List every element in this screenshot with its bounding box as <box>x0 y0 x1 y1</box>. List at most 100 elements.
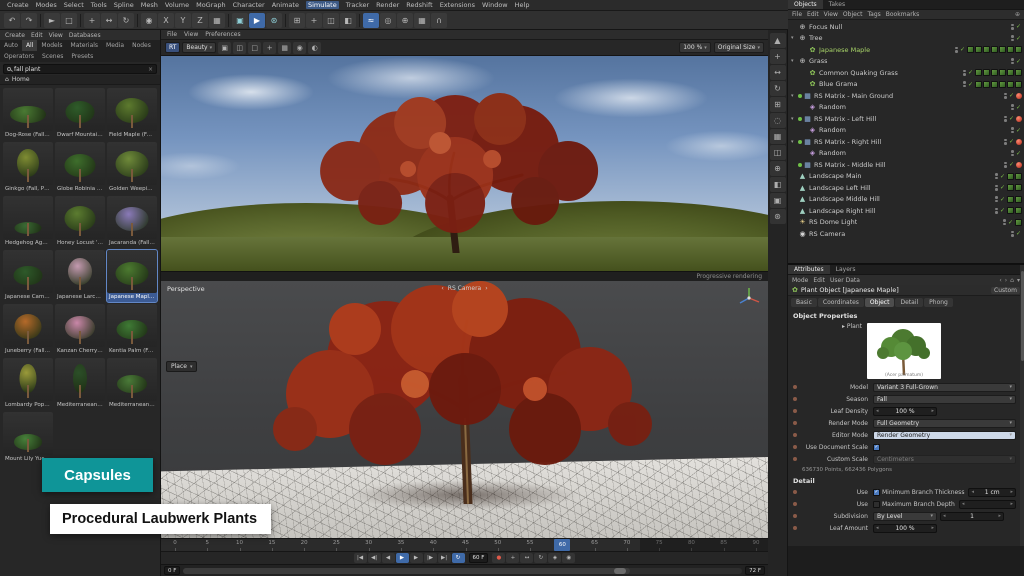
last-tool-icon[interactable]: ◉ <box>141 13 157 28</box>
attributes-scrollbar[interactable] <box>1020 265 1024 546</box>
object-menu-tags[interactable]: Tags <box>867 11 880 18</box>
move-tool-icon[interactable]: + <box>770 49 786 64</box>
next-key-button[interactable]: |▶ <box>424 553 437 563</box>
enabled-dot-icon[interactable] <box>798 163 802 167</box>
axis-z-lock[interactable]: Z <box>192 13 208 28</box>
viewport-camera-label[interactable]: ‹ RS Camera › <box>441 285 487 292</box>
render-visibility-dot[interactable] <box>1011 154 1014 157</box>
enable-check-icon[interactable]: ✓ <box>1000 196 1005 203</box>
record-rotation-icon[interactable]: ↻ <box>534 553 547 563</box>
timeline-ruler[interactable]: 05101520253035404550556065707580859060 <box>161 538 768 551</box>
nav-icon[interactable]: ‹ <box>999 277 1001 284</box>
viewport-view-label[interactable]: Perspective <box>167 285 205 293</box>
enable-check-icon[interactable]: ✓ <box>1016 230 1021 237</box>
material-tag-icon[interactable] <box>1007 196 1014 203</box>
move-icon[interactable]: + <box>84 13 100 28</box>
redo-icon[interactable]: ↷ <box>21 13 37 28</box>
prev-key-button[interactable]: ◀| <box>368 553 381 563</box>
object-row-grass[interactable]: ▾⊕Grass✓ <box>788 56 1024 68</box>
menu-select[interactable]: Select <box>64 1 84 9</box>
current-frame-marker[interactable]: 60 <box>554 539 570 551</box>
object-row-blue-grama[interactable]: ✿Blue Grama✓ <box>788 79 1024 91</box>
editor-visibility-dot[interactable] <box>1011 231 1014 234</box>
render-view-menu-view[interactable]: View <box>184 31 198 38</box>
material-tag-icon[interactable] <box>991 46 998 53</box>
object-row-random[interactable]: ◈Random✓ <box>788 102 1024 114</box>
editor-visibility-dot[interactable] <box>963 70 966 73</box>
enable-check-icon[interactable]: ✓ <box>960 46 965 53</box>
record-scale-icon[interactable]: ↔ <box>520 553 533 563</box>
editor-visibility-dot[interactable] <box>995 185 998 188</box>
menu-character[interactable]: Character <box>233 1 265 9</box>
next-frame-button[interactable]: ▶ <box>410 553 423 563</box>
enabled-dot-icon[interactable] <box>798 117 802 121</box>
breadcrumb[interactable]: ⌂ Home <box>0 75 160 85</box>
keyframe-dot-icon[interactable] <box>793 385 797 389</box>
keyframe-dot-icon[interactable] <box>793 409 797 413</box>
editor-visibility-dot[interactable] <box>1004 116 1007 119</box>
pass-dropdown[interactable]: Beauty▾ <box>182 42 216 53</box>
object-row-rs-camera[interactable]: ◉RS Camera✓ <box>788 228 1024 240</box>
axis-y-lock[interactable]: Y <box>175 13 191 28</box>
undo-icon[interactable]: ↶ <box>4 13 20 28</box>
object-search-icon[interactable]: ⊕ <box>1015 11 1020 18</box>
lock-icon[interactable]: ▣ <box>770 193 786 208</box>
render-view-icon[interactable]: ▣ <box>232 13 248 28</box>
range-end-field[interactable]: 72 F <box>745 566 765 575</box>
render-visibility-dot[interactable] <box>1004 165 1007 168</box>
visibility-dots[interactable] <box>1011 58 1014 64</box>
render-visibility-dot[interactable] <box>1011 131 1014 134</box>
next-camera-icon[interactable]: › <box>485 285 487 292</box>
material-tag-icon[interactable] <box>999 69 1006 76</box>
material-tag-icon[interactable] <box>983 81 990 88</box>
render-view-menu-preferences[interactable]: Preferences <box>205 31 240 38</box>
asset-search-input[interactable]: fall plant × <box>3 64 157 74</box>
menu-extensions[interactable]: Extensions <box>440 1 475 9</box>
filter-tab-nodes[interactable]: Nodes <box>128 40 155 51</box>
object-menu-bookmarks[interactable]: Bookmarks <box>886 11 920 18</box>
subtab-scenes[interactable]: Scenes <box>38 51 67 62</box>
panel-tab-layers[interactable]: Layers <box>830 265 862 274</box>
material-tag-icon[interactable] <box>991 81 998 88</box>
redshift-tag-icon[interactable] <box>1016 116 1022 122</box>
render-visibility-dot[interactable] <box>1011 27 1014 30</box>
editor-visibility-dot[interactable] <box>1004 139 1007 142</box>
object-row-rs-matrix-middle-hill[interactable]: ▦RS Matrix - Middle Hill✓ <box>788 159 1024 171</box>
subdivide-icon[interactable]: ▦ <box>770 129 786 144</box>
spinner-left-icon[interactable]: ◂ <box>943 513 946 519</box>
visibility-dots[interactable] <box>1004 162 1007 168</box>
prev-frame-button[interactable]: ◀ <box>382 553 395 563</box>
field-leaf-amount[interactable]: ◂100 %▸ <box>873 524 937 533</box>
render-active-icon[interactable]: ▶ <box>249 13 265 28</box>
material-tag-icon[interactable] <box>991 69 998 76</box>
clear-search-icon[interactable]: × <box>148 66 153 73</box>
render-visibility-dot[interactable] <box>995 188 998 191</box>
section-tab-object[interactable]: Object <box>865 298 895 307</box>
render-visibility-dot[interactable] <box>995 177 998 180</box>
cube-tool-icon[interactable]: ⊞ <box>770 97 786 112</box>
play-button[interactable]: ▶ <box>396 553 409 563</box>
field-maximum-branch-depth[interactable]: ◂▸ <box>959 500 1016 509</box>
dropdown-render-geometry[interactable]: Render Geometry▾ <box>873 431 1016 440</box>
keyframe-dot-icon[interactable] <box>793 457 797 461</box>
panel-tab-takes[interactable]: Takes <box>823 0 851 9</box>
asset-menu-edit[interactable]: Edit <box>31 32 43 39</box>
object-row-common-quaking-grass[interactable]: ✿Common Quaking Grass✓ <box>788 67 1024 79</box>
rectangle-selection-icon[interactable]: □ <box>61 13 77 28</box>
checkbox-use-document-scale[interactable]: ✓ <box>873 444 880 451</box>
menu-tracker[interactable]: Tracker <box>346 1 369 9</box>
visibility-dots[interactable] <box>1004 116 1007 122</box>
asset-item-japanese-larch-fall-plant[interactable]: Japanese Larch (Fall, Plant) <box>55 250 105 302</box>
spinner-right-icon[interactable]: ▸ <box>998 513 1001 519</box>
render-view-canvas[interactable] <box>161 56 768 271</box>
material-tag-icon[interactable] <box>1015 46 1022 53</box>
object-row-landscape-left-hill[interactable]: ▲Landscape Left Hill✓ <box>788 182 1024 194</box>
cloth-icon[interactable]: ◎ <box>380 13 396 28</box>
editor-visibility-dot[interactable] <box>1004 93 1007 96</box>
menu-window[interactable]: Window <box>482 1 508 9</box>
render-visibility-dot[interactable] <box>963 73 966 76</box>
asset-menu-create[interactable]: Create <box>5 32 25 39</box>
object-row-rs-matrix-left-hill[interactable]: ▾▦RS Matrix - Left Hill✓ <box>788 113 1024 125</box>
ipr-lock-icon[interactable]: ◉ <box>293 42 306 54</box>
object-row-random[interactable]: ◈Random✓ <box>788 148 1024 160</box>
